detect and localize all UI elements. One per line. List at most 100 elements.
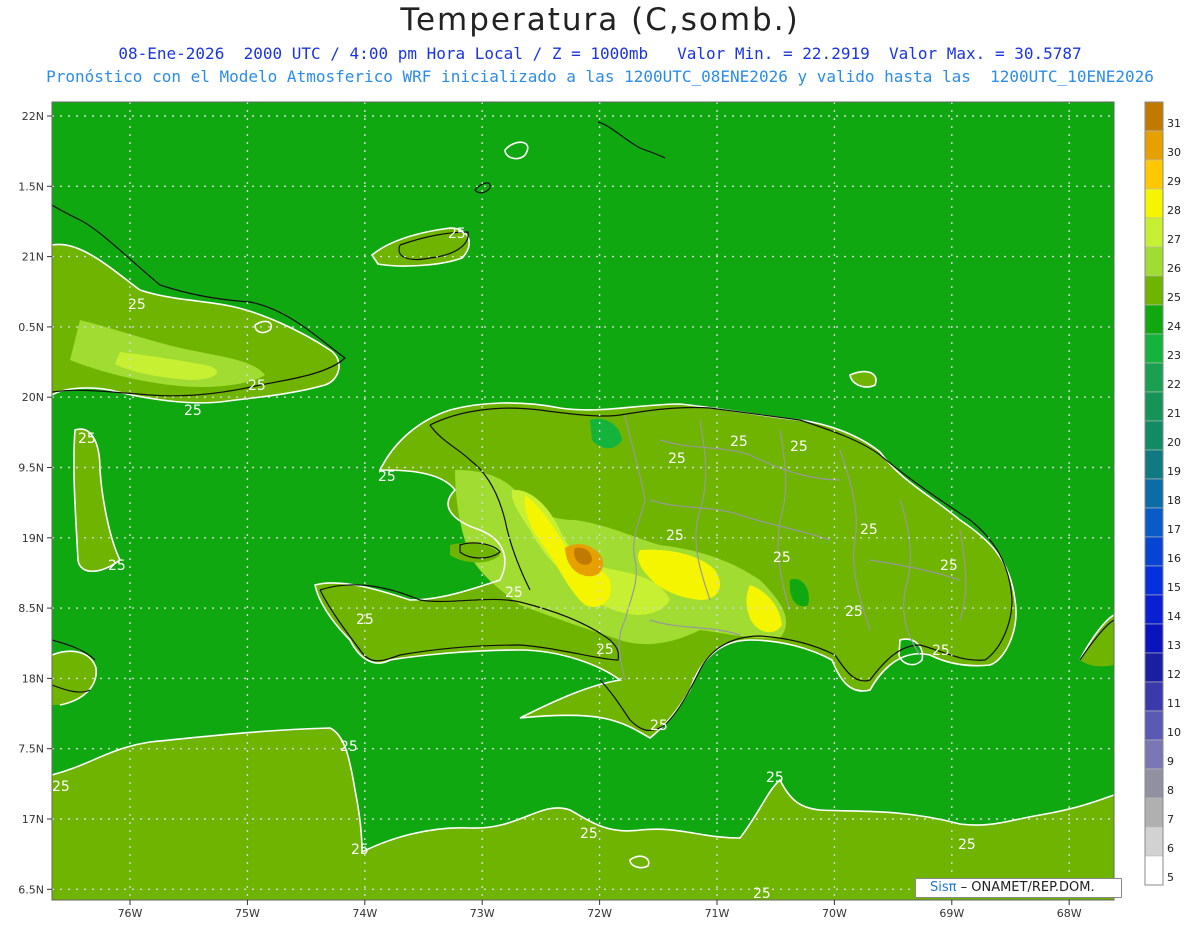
colorbar-level-label: 28 bbox=[1167, 204, 1181, 217]
colorbar-level-label: 21 bbox=[1167, 407, 1181, 420]
lon-tick-label: 71W bbox=[705, 907, 730, 920]
lat-tick-label: 8.5N bbox=[18, 602, 44, 615]
colorbar-swatch bbox=[1144, 768, 1164, 799]
contour-label: 25 bbox=[790, 439, 808, 455]
contour-label: 25 bbox=[932, 643, 950, 659]
colorbar-level-label: 16 bbox=[1167, 552, 1181, 565]
colorbar-level-label: 25 bbox=[1167, 291, 1181, 304]
temperature-map: 25 25 25 25 25 25 25 25 25 25 25 25 25 2… bbox=[18, 101, 1181, 920]
lat-tick-label: 22N bbox=[22, 110, 44, 123]
colorbar-legend: 31 30 29 28 27 26 25 24 23 22 21 20 19 18 17 16 15 14 13 12… bbox=[1144, 101, 1181, 886]
colorbar-swatch bbox=[1144, 449, 1164, 480]
colorbar-swatch bbox=[1144, 304, 1164, 335]
contour-label: 25 bbox=[351, 842, 369, 858]
lat-tick-label: 6.5N bbox=[18, 883, 44, 896]
lat-tick-label: 1.5N bbox=[18, 180, 44, 193]
contour-label: 25 bbox=[845, 604, 863, 620]
colorbar-swatch bbox=[1144, 101, 1164, 132]
colorbar-level-label: 19 bbox=[1167, 465, 1181, 478]
lon-tick-label: 74W bbox=[352, 907, 377, 920]
colorbar-swatch bbox=[1144, 333, 1164, 364]
colorbar-level-label: 17 bbox=[1167, 523, 1181, 536]
colorbar-level-label: 7 bbox=[1167, 813, 1174, 826]
contour-label: 25 bbox=[580, 826, 598, 842]
contour-label: 25 bbox=[378, 469, 396, 485]
colorbar-swatch bbox=[1144, 739, 1164, 770]
colorbar-swatch bbox=[1144, 159, 1164, 190]
colorbar-swatch bbox=[1144, 855, 1164, 886]
longitude-axis: 76W 75W 74W 73W 72W 71W 70W 69W 68W bbox=[118, 900, 1082, 920]
contour-label: 25 bbox=[860, 522, 878, 538]
lat-tick-label: 0.5N bbox=[18, 321, 44, 334]
colorbar-level-label: 5 bbox=[1167, 871, 1174, 884]
lat-tick-label: 17N bbox=[22, 813, 44, 826]
lon-tick-label: 68W bbox=[1057, 907, 1082, 920]
colorbar-level-label: 9 bbox=[1167, 755, 1174, 768]
credit-text: – ONAMET/REP.DOM. bbox=[956, 880, 1095, 895]
colorbar-swatch bbox=[1144, 623, 1164, 654]
lat-tick-label: 7.5N bbox=[18, 743, 44, 756]
colorbar-swatch bbox=[1144, 826, 1164, 857]
lat-tick-label: 21N bbox=[22, 251, 44, 264]
colorbar-swatch bbox=[1144, 681, 1164, 712]
colorbar-swatch bbox=[1144, 130, 1164, 161]
colorbar-swatch bbox=[1144, 507, 1164, 538]
contour-label: 25 bbox=[958, 837, 976, 853]
lon-tick-label: 72W bbox=[587, 907, 612, 920]
colorbar-swatch bbox=[1144, 797, 1164, 828]
sispi-logo-text: Sisπ bbox=[930, 880, 957, 895]
contour-label: 25 bbox=[248, 378, 266, 394]
colorbar-swatch bbox=[1144, 362, 1164, 393]
contour-label: 25 bbox=[505, 585, 523, 601]
colorbar-level-label: 6 bbox=[1167, 842, 1174, 855]
lat-tick-label: 9.5N bbox=[18, 462, 44, 475]
lon-tick-label: 76W bbox=[118, 907, 143, 920]
colorbar-level-label: 12 bbox=[1167, 668, 1181, 681]
colorbar-level-label: 20 bbox=[1167, 436, 1181, 449]
colorbar-level-label: 30 bbox=[1167, 146, 1181, 159]
contour-label: 25 bbox=[940, 558, 958, 574]
colorbar-level-label: 22 bbox=[1167, 378, 1181, 391]
contour-label: 25 bbox=[340, 739, 358, 755]
colorbar-swatch bbox=[1144, 391, 1164, 422]
colorbar-level-label: 18 bbox=[1167, 494, 1181, 507]
lon-tick-label: 75W bbox=[235, 907, 260, 920]
colorbar-swatch bbox=[1144, 710, 1164, 741]
contour-label: 25 bbox=[78, 431, 96, 447]
lat-tick-label: 18N bbox=[22, 672, 44, 685]
colorbar-level-label: 15 bbox=[1167, 581, 1181, 594]
lat-tick-label: 19N bbox=[22, 532, 44, 545]
contour-label: 25 bbox=[766, 770, 784, 786]
contour-label: 25 bbox=[596, 642, 614, 658]
colorbar-swatch bbox=[1144, 246, 1164, 277]
contour-label: 25 bbox=[108, 558, 126, 574]
contour-label: 25 bbox=[666, 528, 684, 544]
lat-tick-label: 20N bbox=[22, 391, 44, 404]
credit-box: Sisπ – ONAMET/REP.DOM. bbox=[915, 878, 1122, 898]
colorbar-level-label: 26 bbox=[1167, 262, 1181, 275]
lon-tick-label: 70W bbox=[822, 907, 847, 920]
colorbar-level-label: 10 bbox=[1167, 726, 1181, 739]
contour-label: 25 bbox=[52, 779, 70, 795]
colorbar-swatch bbox=[1144, 565, 1164, 596]
colorbar-swatch bbox=[1144, 188, 1164, 219]
colorbar-level-label: 24 bbox=[1167, 320, 1181, 333]
colorbar-level-label: 11 bbox=[1167, 697, 1181, 710]
colorbar-level-label: 14 bbox=[1167, 610, 1181, 623]
contour-label: 25 bbox=[448, 226, 466, 242]
colorbar-swatch bbox=[1144, 478, 1164, 509]
colorbar-level-label: 23 bbox=[1167, 349, 1181, 362]
colorbar-swatch bbox=[1144, 536, 1164, 567]
contour-label: 25 bbox=[730, 434, 748, 450]
contour-label: 25 bbox=[773, 550, 791, 566]
contour-label: 25 bbox=[650, 718, 668, 734]
colorbar-level-label: 27 bbox=[1167, 233, 1181, 246]
colorbar-swatch bbox=[1144, 420, 1164, 451]
lon-tick-label: 69W bbox=[939, 907, 964, 920]
contour-label: 25 bbox=[184, 403, 202, 419]
latitude-axis: 22N 1.5N 21N 0.5N 20N 9.5N 19N 8.5N 18N 7.5N 17N 6.… bbox=[18, 110, 52, 896]
colorbar-level-label: 8 bbox=[1167, 784, 1174, 797]
colorbar-swatch bbox=[1144, 217, 1164, 248]
colorbar-swatch bbox=[1144, 275, 1164, 306]
colorbar-swatch bbox=[1144, 594, 1164, 625]
